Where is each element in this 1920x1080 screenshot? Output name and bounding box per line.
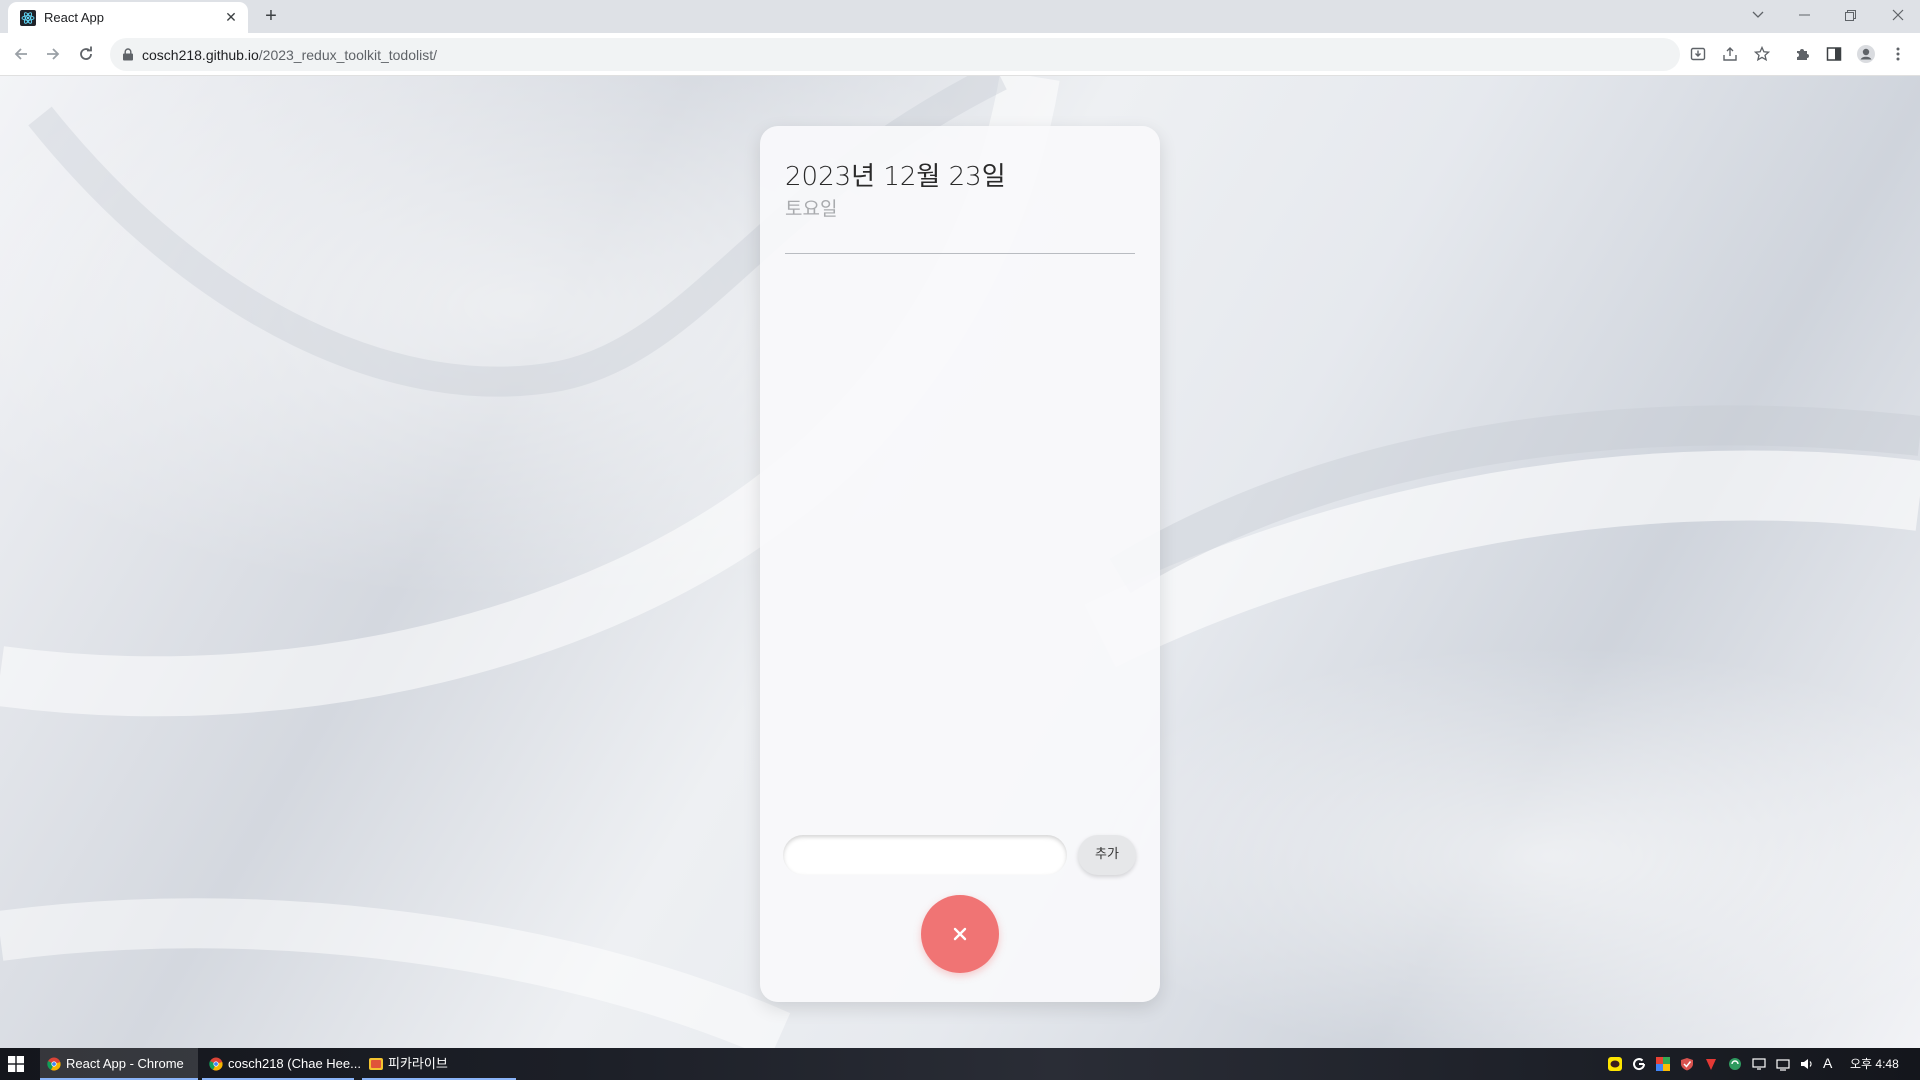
kakaotalk-tray-icon[interactable] — [1608, 1057, 1622, 1071]
volume-icon[interactable] — [1800, 1057, 1814, 1071]
react-icon — [20, 10, 36, 26]
chrome-menu-icon[interactable] — [1886, 42, 1910, 66]
browser-tab-strip: React App ✕ + — [0, 0, 1920, 33]
windows-start-icon[interactable] — [8, 1056, 24, 1072]
ime-indicator[interactable]: A — [1823, 1055, 1832, 1071]
windows-taskbar: React App - Chrome cosch218 (Chae Hee...… — [0, 1048, 1920, 1080]
taskbar-item-label: cosch218 (Chae Hee... — [228, 1056, 361, 1071]
web-page: 2023년 12월 23일 토요일 추가 — [0, 76, 1920, 1048]
minimize-icon[interactable] — [1782, 0, 1826, 30]
share-icon[interactable] — [1718, 42, 1742, 66]
side-panel-icon[interactable] — [1822, 42, 1846, 66]
todo-date-title: 2023년 12월 23일 — [785, 162, 1006, 192]
todo-weekday: 토요일 — [785, 198, 838, 220]
install-app-icon[interactable] — [1686, 42, 1710, 66]
picalive-app-icon — [369, 1058, 383, 1070]
browser-tab-active[interactable]: React App ✕ — [8, 2, 248, 33]
taskbar-clock[interactable]: 오후 4:48 — [1850, 1048, 1899, 1080]
restore-icon[interactable] — [1828, 0, 1872, 30]
todo-card: 2023년 12월 23일 토요일 추가 — [760, 126, 1160, 1002]
color-picker-tray-icon[interactable] — [1656, 1057, 1670, 1071]
todo-input[interactable] — [783, 835, 1067, 875]
taskbar-item-label: 피카라이브 — [388, 1056, 448, 1071]
url-host: cosch218.github.io — [142, 47, 259, 63]
close-icon — [953, 927, 967, 941]
tab-search-chevron-down-icon[interactable] — [1736, 0, 1780, 30]
address-bar[interactable]: cosch218.github.io/2023_redux_toolkit_to… — [110, 38, 1680, 71]
browser-toolbar: cosch218.github.io/2023_redux_toolkit_to… — [0, 33, 1920, 76]
vaccine-tray-icon[interactable] — [1704, 1057, 1718, 1071]
network-tray-icon[interactable] — [1752, 1057, 1766, 1071]
url-text: cosch218.github.io/2023_redux_toolkit_to… — [142, 47, 437, 63]
tab-close-icon[interactable]: ✕ — [222, 8, 240, 26]
tab-title: React App — [44, 10, 104, 25]
taskbar-item-github[interactable]: cosch218 (Chae Hee... — [202, 1048, 361, 1080]
new-tab-plus-icon[interactable]: + — [260, 5, 282, 27]
extensions-puzzle-icon[interactable] — [1790, 42, 1814, 66]
profile-avatar-icon[interactable] — [1854, 42, 1878, 66]
add-todo-button[interactable]: 추가 — [1078, 835, 1136, 875]
url-path: /2023_redux_toolkit_todolist/ — [258, 47, 437, 63]
taskbar-item-label: React App - Chrome — [66, 1056, 184, 1071]
chrome-icon — [47, 1057, 61, 1071]
forward-arrow-icon[interactable] — [41, 42, 65, 66]
google-tray-icon[interactable] — [1632, 1057, 1646, 1071]
lock-icon — [123, 48, 133, 61]
window-close-icon[interactable] — [1876, 0, 1920, 30]
reload-icon[interactable] — [74, 42, 98, 66]
back-arrow-icon[interactable] — [9, 42, 33, 66]
sync-tray-icon[interactable] — [1728, 1057, 1742, 1071]
taskbar-item-react-app[interactable]: React App - Chrome — [40, 1048, 198, 1080]
bookmark-star-icon[interactable] — [1750, 42, 1774, 66]
header-divider — [785, 253, 1135, 254]
monitor-tray-icon[interactable] — [1776, 1057, 1790, 1071]
chrome-icon — [209, 1057, 223, 1071]
taskbar-item-picalive[interactable]: 피카라이브 — [362, 1048, 516, 1080]
close-form-button[interactable] — [921, 895, 999, 973]
shield-tray-icon[interactable] — [1680, 1057, 1694, 1071]
